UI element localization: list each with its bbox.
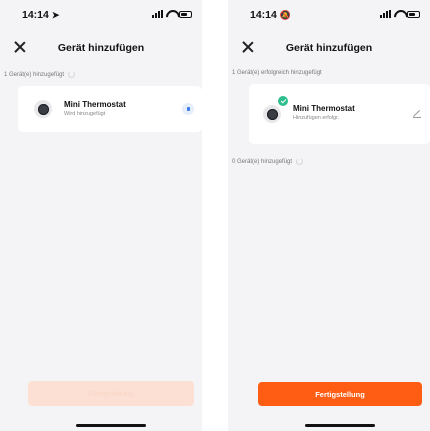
navigation-bar: Gerät hinzufügen (0, 38, 202, 58)
section-label-text: 1 Gerät(e) hinzugefügt (4, 71, 65, 78)
edit-icon[interactable] (413, 110, 421, 118)
finish-button[interactable]: Fertigstellung (258, 382, 422, 406)
cellular-signal-icon (152, 10, 163, 18)
phone-screen-adding: 14:14 ➤ Gerät hinzufügen 1 Gerät(e) hinz… (0, 0, 202, 431)
status-icons (380, 10, 420, 18)
phone-screen-success: 14:14 🔕 Gerät hinzufügen 1 Gerät(e) erfo… (228, 0, 430, 431)
section-label-added: 1 Gerät(e) hinzugefügt (4, 71, 76, 78)
clock-text: 14:14 (250, 9, 277, 21)
check-icon (278, 96, 288, 106)
status-time: 14:14 🔕 (250, 9, 291, 21)
device-card[interactable]: Mini Thermostat Hinzufügen erfolgr. (249, 84, 430, 144)
wifi-icon (394, 10, 404, 18)
device-status: Wird hinzugefügt (64, 111, 106, 117)
home-indicator (76, 424, 146, 427)
battery-icon (407, 11, 420, 18)
cellular-signal-icon (380, 10, 391, 18)
finish-button[interactable]: Fertigstellung (28, 381, 194, 406)
location-arrow-icon: ➤ (51, 9, 60, 20)
thermostat-icon (34, 100, 52, 118)
status-time: 14:14 ➤ (22, 9, 59, 21)
device-status: Hinzufügen erfolgr. (293, 115, 340, 121)
section-label-success: 1 Gerät(e) erfolgreich hinzugefügt (232, 70, 322, 76)
loading-spinner-icon (296, 158, 304, 165)
battery-icon (179, 11, 192, 18)
status-bar: 14:14 🔕 (228, 0, 430, 28)
progress-icon (182, 103, 194, 115)
wifi-icon (166, 10, 176, 18)
home-indicator (305, 424, 375, 427)
section-label-pending: 0 Gerät(e) hinzugefügt (232, 158, 304, 165)
mute-bell-icon: 🔕 (279, 9, 292, 20)
section-label-text: 1 Gerät(e) erfolgreich hinzugefügt (232, 70, 322, 76)
thermostat-icon (263, 105, 281, 123)
device-name: Mini Thermostat (293, 104, 355, 113)
page-title: Gerät hinzufügen (57, 42, 145, 54)
status-icons (152, 10, 192, 18)
navigation-bar: Gerät hinzufügen (228, 38, 430, 58)
device-card[interactable]: Mini Thermostat Wird hinzugefügt (18, 86, 202, 132)
status-bar: 14:14 ➤ (0, 0, 202, 28)
clock-text: 14:14 (22, 9, 49, 21)
loading-spinner-icon (68, 71, 76, 78)
page-title: Gerät hinzufügen (285, 42, 373, 54)
section-label-text: 0 Gerät(e) hinzugefügt (232, 158, 293, 165)
device-name: Mini Thermostat (64, 100, 126, 109)
